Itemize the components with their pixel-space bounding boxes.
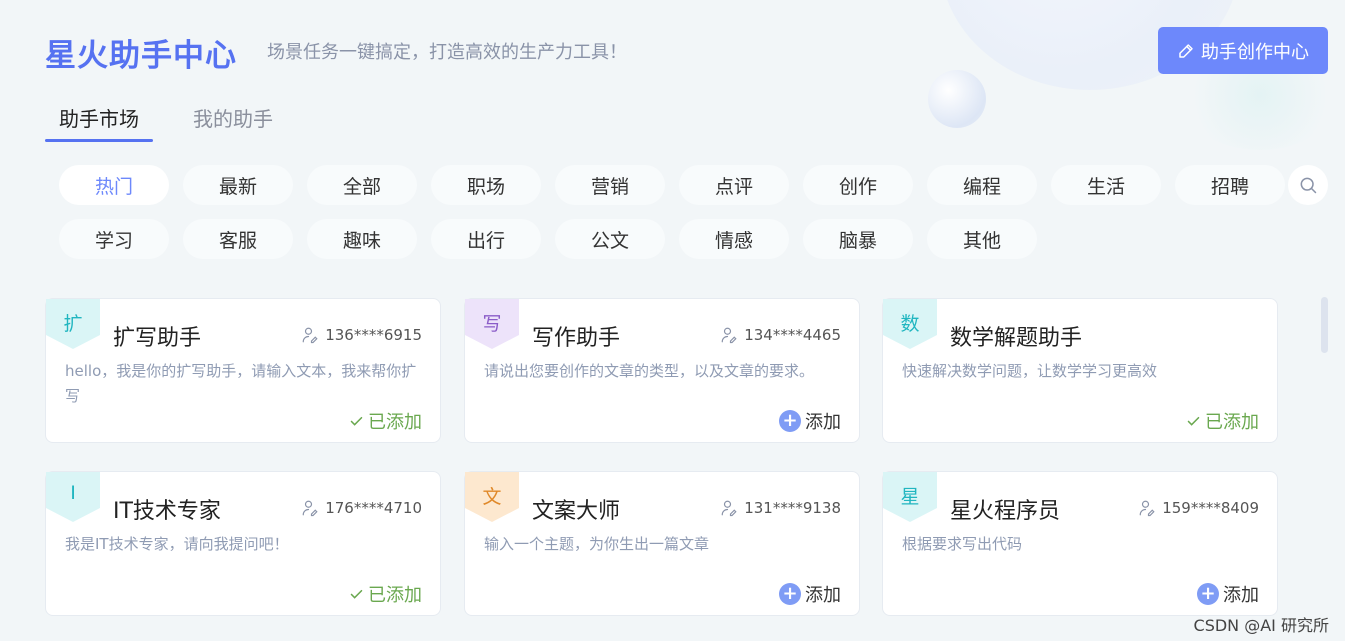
plus-icon: +	[779, 583, 801, 605]
page-title: 星火助手中心	[45, 38, 237, 74]
assistant-description: 输入一个主题，为你生出一篇文章	[484, 535, 710, 553]
assistant-badge: 星	[883, 472, 937, 522]
category-chip[interactable]: 营销	[555, 165, 665, 205]
check-icon	[350, 416, 363, 426]
assistant-card[interactable]: I IT技术专家 176****4710 我是IT技术专家，请向我提问吧！ 已添…	[45, 471, 441, 616]
assistant-title: 文案大师	[532, 499, 621, 524]
assistant-badge: 扩	[46, 299, 100, 349]
user-icon	[302, 327, 318, 344]
assistant-card[interactable]: 写 写作助手 134****4465 请说出您要创作的文章的类型，以及文章的要求…	[464, 298, 860, 443]
author-id: 159****8409	[1162, 499, 1259, 517]
status-label: 添加	[805, 585, 841, 606]
user-icon	[302, 500, 318, 517]
assistant-author: 131****9138	[720, 499, 841, 517]
category-row-2: 学习 客服 趣味 出行 公文 情感 脑暴 其他	[59, 219, 1289, 259]
decorative-circle-small	[928, 70, 986, 128]
author-id: 134****4465	[744, 326, 841, 344]
user-icon	[1139, 500, 1155, 517]
added-status: 已添加	[349, 581, 422, 607]
category-chip[interactable]: 热门	[59, 165, 169, 205]
status-label: 添加	[1223, 585, 1259, 606]
category-row-1: 热门 最新 全部 职场 营销 点评 创作 编程 生活 招聘	[59, 165, 1289, 205]
user-icon	[721, 327, 737, 344]
category-chip[interactable]: 编程	[927, 165, 1037, 205]
page-subtitle: 场景任务一键搞定，打造高效的生产力工具！	[267, 42, 627, 63]
assistant-card[interactable]: 数 数学解题助手 快速解决数学问题，让数学学习更高效 已添加	[882, 298, 1278, 443]
category-chip[interactable]: 脑暴	[803, 219, 913, 259]
tab-bar: 助手市场 我的助手	[45, 103, 287, 142]
category-chip[interactable]: 趣味	[307, 219, 417, 259]
user-icon	[721, 500, 737, 517]
category-chip[interactable]: 公文	[555, 219, 665, 259]
add-button[interactable]: + 添加	[1197, 581, 1259, 607]
scrollbar-thumb[interactable]	[1321, 297, 1328, 353]
check-icon	[350, 589, 363, 599]
assistant-description: 我是IT技术专家，请向我提问吧！	[65, 535, 289, 553]
assistant-author: 176****4710	[301, 499, 422, 517]
assistant-badge: I	[46, 472, 100, 522]
category-chip[interactable]: 点评	[679, 165, 789, 205]
assistant-card[interactable]: 扩 扩写助手 136****6915 hello，我是你的扩写助手，请输入文本，…	[45, 298, 441, 443]
add-button[interactable]: + 添加	[779, 581, 841, 607]
plus-icon: +	[1197, 583, 1219, 605]
assistant-description: 快速解决数学问题，让数学学习更高效	[902, 362, 1158, 380]
create-button-label: 助手创作中心	[1201, 41, 1309, 63]
category-chip[interactable]: 客服	[183, 219, 293, 259]
assistant-card[interactable]: 文 文案大师 131****9138 输入一个主题，为你生出一篇文章 + 添加	[464, 471, 860, 616]
assistant-create-center-button[interactable]: 助手创作中心	[1158, 27, 1328, 74]
pencil-icon	[1179, 43, 1193, 58]
category-chip[interactable]: 职场	[431, 165, 541, 205]
plus-icon: +	[779, 410, 801, 432]
search-icon	[1300, 177, 1317, 194]
category-chip[interactable]: 情感	[679, 219, 789, 259]
check-icon	[1187, 416, 1200, 426]
assistant-author: 136****6915	[301, 326, 422, 344]
tab-assistant-market[interactable]: 助手市场	[45, 103, 153, 142]
author-id: 136****6915	[325, 326, 422, 344]
category-chip[interactable]: 创作	[803, 165, 913, 205]
status-label: 已添加	[368, 412, 422, 433]
assistant-badge: 写	[465, 299, 519, 349]
category-chip[interactable]: 其他	[927, 219, 1037, 259]
category-chip[interactable]: 出行	[431, 219, 541, 259]
category-chip[interactable]: 生活	[1051, 165, 1161, 205]
status-label: 已添加	[368, 585, 422, 606]
category-chip[interactable]: 全部	[307, 165, 417, 205]
assistant-description: 请说出您要创作的文章的类型，以及文章的要求。	[484, 362, 815, 380]
search-button[interactable]	[1288, 165, 1328, 205]
category-chip[interactable]: 学习	[59, 219, 169, 259]
category-chip[interactable]: 最新	[183, 165, 293, 205]
author-id: 131****9138	[744, 499, 841, 517]
category-chip[interactable]: 招聘	[1175, 165, 1285, 205]
assistant-author: 134****4465	[720, 326, 841, 344]
assistant-badge: 数	[883, 299, 937, 349]
assistant-title: 写作助手	[532, 326, 621, 351]
tab-my-assistants[interactable]: 我的助手	[179, 103, 287, 142]
author-id: 176****4710	[325, 499, 422, 517]
add-button[interactable]: + 添加	[779, 408, 841, 434]
watermark: CSDN @AI 研究所	[1193, 616, 1329, 635]
assistant-title: 扩写助手	[113, 326, 202, 351]
assistant-title: 星火程序员	[950, 499, 1061, 524]
assistant-title: 数学解题助手	[950, 326, 1083, 351]
assistant-description: hello，我是你的扩写助手，请输入文本，我来帮你扩写	[65, 362, 417, 405]
assistant-badge: 文	[465, 472, 519, 522]
assistant-title: IT技术专家	[113, 499, 221, 524]
assistant-card[interactable]: 星 星火程序员 159****8409 根据要求写出代码 + 添加	[882, 471, 1278, 616]
added-status: 已添加	[349, 408, 422, 434]
status-label: 添加	[805, 412, 841, 433]
assistant-description: 根据要求写出代码	[902, 535, 1023, 553]
status-label: 已添加	[1205, 412, 1259, 433]
assistant-author: 159****8409	[1138, 499, 1259, 517]
added-status: 已添加	[1186, 408, 1259, 434]
